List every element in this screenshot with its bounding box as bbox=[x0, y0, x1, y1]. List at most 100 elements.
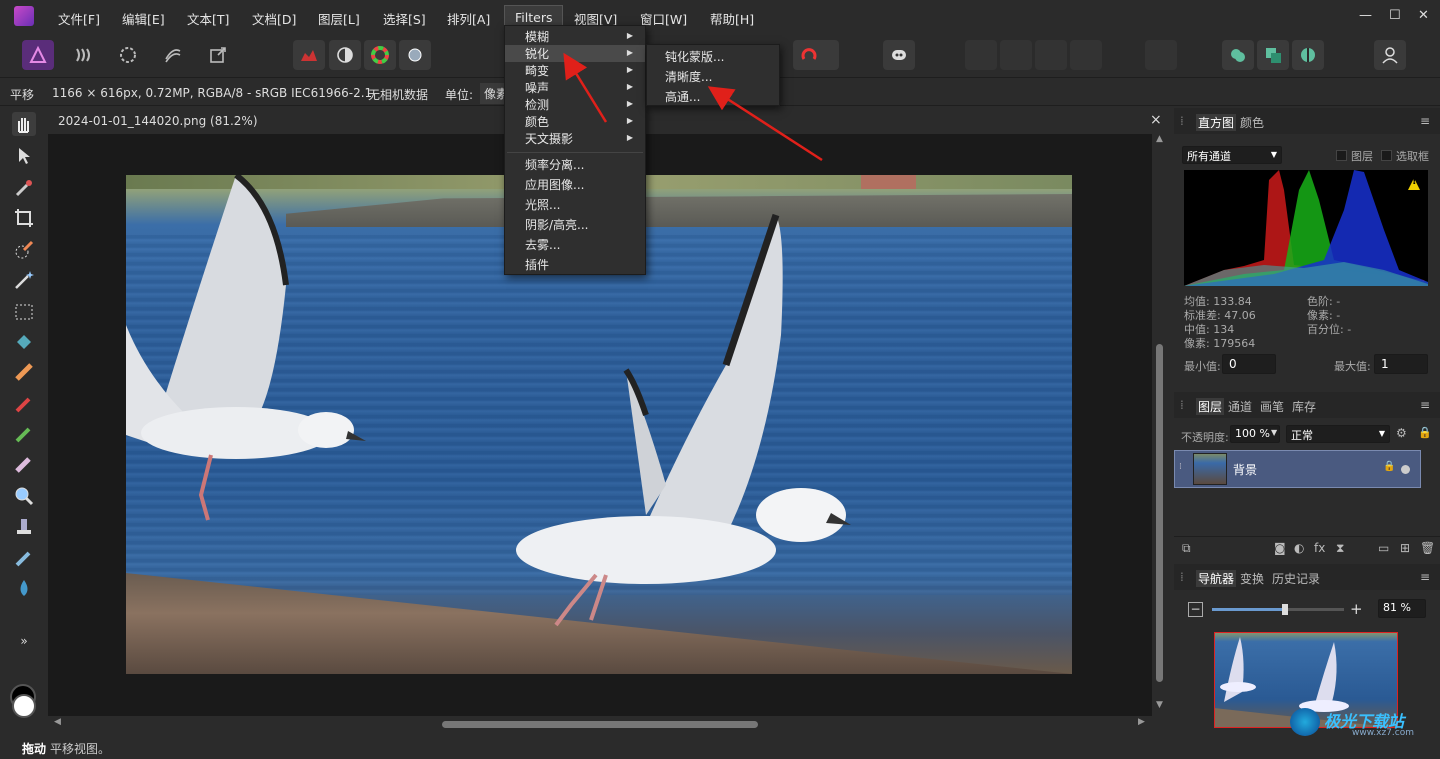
filters-menu-distort[interactable]: 畸变 ▶ bbox=[505, 62, 645, 79]
folder-icon[interactable]: ▭ bbox=[1378, 541, 1389, 555]
healing-tool-icon[interactable] bbox=[12, 546, 36, 570]
vertical-scrollbar[interactable]: ▲ ▼ bbox=[1152, 134, 1168, 716]
horizontal-scroll-thumb[interactable] bbox=[442, 721, 758, 728]
assistant-icon[interactable] bbox=[883, 40, 915, 70]
vertical-scroll-thumb[interactable] bbox=[1156, 344, 1163, 682]
filters-menu-sharpen[interactable]: 锐化 ▶ bbox=[505, 45, 645, 62]
menu-select[interactable]: 选择[S] bbox=[383, 9, 426, 28]
selection-brush-tool-icon[interactable] bbox=[12, 238, 36, 262]
zoom-in-icon[interactable]: + bbox=[1350, 600, 1363, 618]
max-value-input[interactable]: 1 bbox=[1374, 354, 1428, 374]
marquee-checkbox[interactable] bbox=[1381, 150, 1392, 161]
clone-tool-icon[interactable] bbox=[12, 514, 36, 538]
snapping-icon[interactable] bbox=[793, 40, 839, 70]
panel-menu-icon[interactable]: ≡ bbox=[1420, 570, 1430, 584]
tone-mapping-persona-icon[interactable] bbox=[157, 40, 189, 70]
contrast-icon[interactable] bbox=[329, 40, 361, 70]
color-wheel-icon[interactable] bbox=[364, 40, 396, 70]
filters-menu-colors[interactable]: 颜色 ▶ bbox=[505, 113, 645, 130]
arrange-icon[interactable] bbox=[1070, 40, 1102, 70]
export-persona-icon[interactable] bbox=[202, 40, 234, 70]
layer-expand-icon[interactable]: ⁞ bbox=[1179, 462, 1182, 472]
scroll-up-icon[interactable]: ▲ bbox=[1156, 134, 1163, 144]
layer-visibility-icon[interactable] bbox=[1401, 465, 1410, 474]
magic-wand-tool-icon[interactable] bbox=[12, 268, 36, 292]
delete-layer-icon[interactable]: 🗑 bbox=[1420, 541, 1435, 555]
filters-menu-astrophotography[interactable]: 天文摄影 ▶ bbox=[505, 130, 645, 147]
menu-file[interactable]: 文件[F] bbox=[58, 9, 100, 28]
menu-text[interactable]: 文本[T] bbox=[187, 9, 229, 28]
add-mask-icon[interactable]: ◙ bbox=[1274, 541, 1286, 555]
layer-lock-icon[interactable]: 🔒 bbox=[1383, 461, 1395, 472]
gradient-tool-icon[interactable] bbox=[12, 360, 36, 384]
levels-icon[interactable] bbox=[293, 40, 325, 70]
filters-menu-lighting[interactable]: 光照... bbox=[505, 196, 645, 213]
filters-menu-noise[interactable]: 噪声 ▶ bbox=[505, 79, 645, 96]
menu-help[interactable]: 帮助[H] bbox=[710, 9, 754, 28]
filters-menu-haze-removal[interactable]: 去雾... bbox=[505, 236, 645, 253]
sharpen-clarity[interactable]: 清晰度... bbox=[647, 68, 779, 85]
panel-menu-icon[interactable]: ≡ bbox=[1420, 114, 1430, 128]
pixel-brush-tool-icon[interactable] bbox=[12, 422, 36, 446]
minimize-icon[interactable]: — bbox=[1359, 8, 1372, 23]
develop-persona-icon[interactable] bbox=[112, 40, 144, 70]
boolean-intersect-icon[interactable] bbox=[1292, 40, 1324, 70]
tab-navigator[interactable]: 导航器 bbox=[1196, 570, 1237, 587]
filters-menu-plugins[interactable]: 插件 bbox=[505, 256, 645, 273]
layer-checkbox[interactable] bbox=[1336, 150, 1347, 161]
menu-arrange[interactable]: 排列[A] bbox=[447, 9, 490, 28]
tab-history[interactable]: 历史记录 bbox=[1272, 570, 1320, 587]
hourglass-icon[interactable]: ⧗ bbox=[1336, 541, 1344, 556]
liquify-persona-icon[interactable] bbox=[67, 40, 99, 70]
adjustment-icon[interactable]: ◐ bbox=[1294, 541, 1304, 555]
zoom-tool-icon[interactable] bbox=[12, 484, 36, 508]
filters-menu-shadows-highlights[interactable]: 阴影/高亮... bbox=[505, 216, 645, 233]
flood-fill-tool-icon[interactable] bbox=[12, 330, 36, 354]
account-icon[interactable] bbox=[1374, 40, 1406, 70]
close-document-icon[interactable]: × bbox=[1150, 112, 1162, 128]
boolean-subtract-icon[interactable] bbox=[1257, 40, 1289, 70]
color-picker-tool-icon[interactable] bbox=[12, 176, 36, 200]
sharpen-high-pass[interactable]: 高通... bbox=[647, 88, 779, 105]
min-value-input[interactable]: 0 bbox=[1222, 354, 1276, 374]
scroll-down-icon[interactable]: ▼ bbox=[1156, 700, 1163, 710]
more-tools-icon[interactable]: » bbox=[12, 634, 36, 658]
horizontal-scrollbar[interactable]: ◀ ▶ bbox=[48, 716, 1168, 732]
align-icon[interactable] bbox=[965, 40, 997, 70]
boolean-add-icon[interactable] bbox=[1222, 40, 1254, 70]
live-filter-icon[interactable]: fx bbox=[1314, 541, 1325, 555]
tab-stock[interactable]: 库存 bbox=[1292, 398, 1316, 415]
tab-layers[interactable]: 图层 bbox=[1196, 398, 1225, 415]
opacity-dropdown-icon[interactable]: ▼ bbox=[1271, 428, 1277, 437]
paint-brush-tool-icon[interactable] bbox=[12, 392, 36, 416]
menu-edit[interactable]: 编辑[E] bbox=[122, 9, 165, 28]
photo-persona-icon[interactable] bbox=[22, 40, 54, 70]
marquee-tool-icon[interactable] bbox=[12, 300, 36, 324]
scroll-right-icon[interactable]: ▶ bbox=[1138, 717, 1145, 727]
channel-select[interactable]: 所有通道 ▼ bbox=[1182, 146, 1282, 164]
zoom-input[interactable]: 81 % bbox=[1378, 599, 1426, 618]
filters-menu-frequency-separation[interactable]: 频率分离... bbox=[505, 156, 645, 173]
tab-brushes[interactable]: 画笔 bbox=[1260, 398, 1284, 415]
close-window-icon[interactable]: ✕ bbox=[1418, 8, 1429, 23]
add-layer-icon[interactable]: ⊞ bbox=[1400, 541, 1410, 555]
menu-layer[interactable]: 图层[L] bbox=[318, 9, 360, 28]
maximize-icon[interactable]: ☐ bbox=[1389, 8, 1401, 23]
tab-transform[interactable]: 变换 bbox=[1240, 570, 1264, 587]
tab-color[interactable]: 颜色 bbox=[1240, 114, 1264, 131]
sharpen-unsharp-mask[interactable]: 钝化蒙版... bbox=[647, 48, 779, 65]
layer-row-background[interactable]: ⁞ 背景 🔒 bbox=[1174, 450, 1421, 488]
layer-lock-icon[interactable]: 🔒 bbox=[1418, 426, 1432, 439]
hand-tool-icon[interactable] bbox=[12, 112, 36, 136]
blend-mode-select[interactable]: 正常 ▼ bbox=[1286, 425, 1390, 443]
scroll-left-icon[interactable]: ◀ bbox=[54, 717, 61, 727]
arrange-back-icon[interactable] bbox=[1035, 40, 1067, 70]
crop-tool-icon[interactable] bbox=[12, 206, 36, 230]
distribute-icon[interactable] bbox=[1145, 40, 1177, 70]
tab-histogram[interactable]: 直方图 bbox=[1196, 114, 1237, 131]
eraser-tool-icon[interactable] bbox=[12, 452, 36, 476]
move-tool-icon[interactable] bbox=[12, 144, 36, 168]
filters-menu-blur[interactable]: 模糊 ▶ bbox=[505, 28, 645, 45]
filters-menu-apply-image[interactable]: 应用图像... bbox=[505, 176, 645, 193]
primary-color-swatch[interactable] bbox=[12, 694, 36, 718]
